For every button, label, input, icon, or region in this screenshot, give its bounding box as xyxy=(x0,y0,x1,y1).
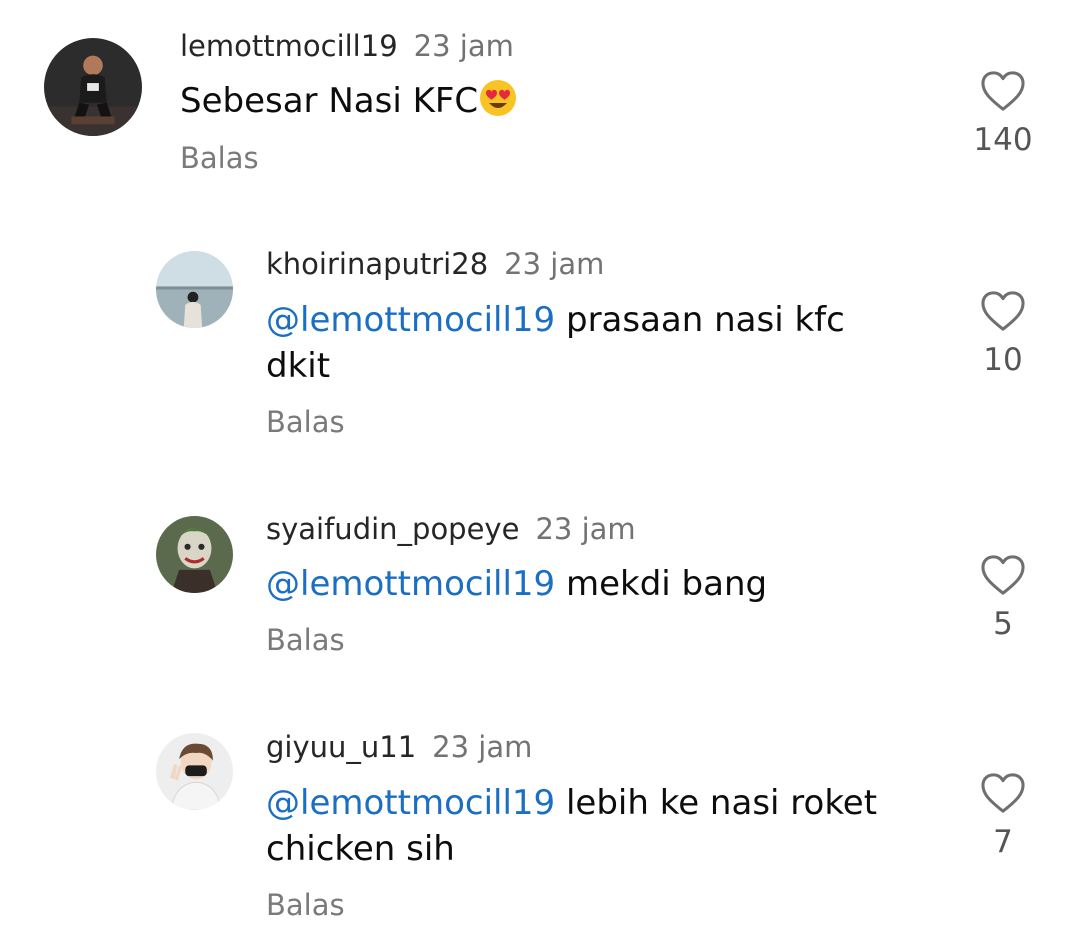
comment-body: mekdi bang xyxy=(565,564,768,604)
heart-icon xyxy=(981,555,1025,595)
like-button[interactable]: 7 xyxy=(948,772,1058,862)
comment-item: lemottmocill19 23 jam Sebesar Nasi KFC Ba… xyxy=(0,0,1080,200)
reply-button[interactable]: Balas xyxy=(266,404,345,440)
username[interactable]: syaifudin_popeye xyxy=(266,512,519,546)
username[interactable]: khoirinaputri28 xyxy=(266,247,488,281)
timestamp: 23 jam xyxy=(535,512,636,546)
timestamp: 23 jam xyxy=(504,247,605,281)
reply-button[interactable]: Balas xyxy=(266,887,345,923)
heart-eyes-emoji-icon xyxy=(478,78,518,118)
heart-icon xyxy=(981,773,1025,813)
comment-text: @lemottmocill19 lebih ke nasi roket chic… xyxy=(266,780,926,872)
comment-header: giyuu_u11 23 jam xyxy=(266,729,532,765)
like-button[interactable]: 140 xyxy=(948,70,1058,160)
timestamp: 23 jam xyxy=(432,730,533,764)
username[interactable]: giyuu_u11 xyxy=(266,730,416,764)
avatar[interactable] xyxy=(156,733,233,810)
comment-text: Sebesar Nasi KFC xyxy=(180,78,820,124)
mention-link[interactable]: @lemottmocill19 xyxy=(266,783,555,823)
mention-link[interactable]: @lemottmocill19 xyxy=(266,564,555,604)
timestamp: 23 jam xyxy=(413,29,514,63)
reply-button[interactable]: Balas xyxy=(266,622,345,658)
comment-header: syaifudin_popeye 23 jam xyxy=(266,511,636,547)
mention-link[interactable]: @lemottmocill19 xyxy=(266,300,555,340)
avatar[interactable] xyxy=(156,516,233,593)
comment-text: @lemottmocill19 prasaan nasi kfc dkit xyxy=(266,297,886,389)
like-count: 10 xyxy=(983,342,1023,378)
reply-button[interactable]: Balas xyxy=(180,140,259,176)
like-button[interactable]: 10 xyxy=(948,290,1058,380)
username[interactable]: lemottmocill19 xyxy=(180,29,398,63)
heart-icon xyxy=(981,71,1025,111)
like-button[interactable]: 5 xyxy=(948,554,1058,644)
comment-header: lemottmocill19 23 jam xyxy=(180,28,514,64)
avatar[interactable] xyxy=(44,38,142,136)
comment-body: Sebesar Nasi KFC xyxy=(180,81,479,121)
like-count: 5 xyxy=(993,606,1013,642)
comment-header: khoirinaputri28 23 jam xyxy=(266,246,604,282)
heart-icon xyxy=(981,291,1025,331)
joker-face-photo-icon xyxy=(156,516,233,593)
person-peace-sign-photo-icon xyxy=(156,733,233,810)
avatar[interactable] xyxy=(156,251,233,328)
like-count: 7 xyxy=(993,824,1013,860)
person-sitting-photo-icon xyxy=(44,38,142,136)
like-count: 140 xyxy=(973,122,1033,158)
comment-text: @lemottmocill19 mekdi bang xyxy=(266,561,886,607)
sea-horizon-photo-icon xyxy=(156,251,233,328)
